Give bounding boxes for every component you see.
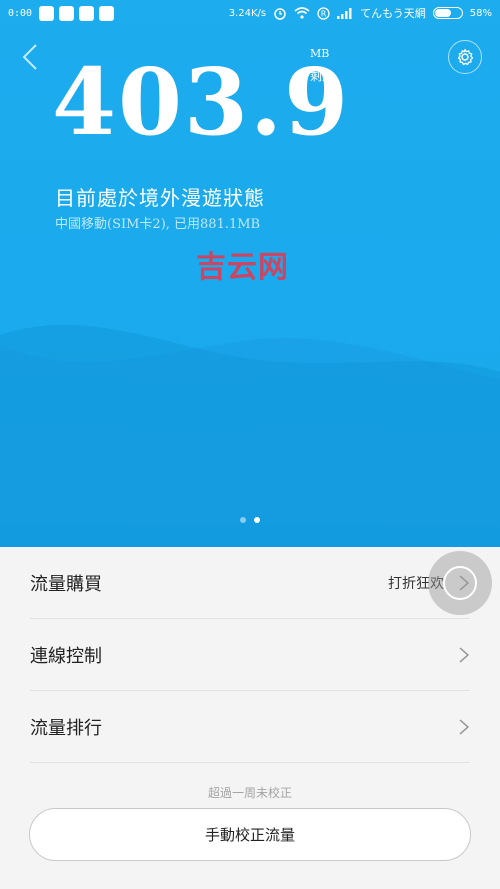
menu-item-buy-data[interactable]: 流量購買 打折狂欢 bbox=[30, 547, 470, 619]
back-button[interactable] bbox=[14, 40, 48, 74]
settings-gear-icon bbox=[457, 48, 474, 66]
battery-icon bbox=[432, 7, 463, 19]
alarm-icon bbox=[274, 8, 286, 20]
roaming-icon: R bbox=[317, 6, 330, 20]
signal-icon bbox=[337, 8, 352, 19]
notification-app-icon bbox=[79, 5, 95, 21]
svg-text:R: R bbox=[321, 9, 327, 18]
touch-indicator bbox=[428, 551, 492, 615]
menu-item-data-ranking[interactable]: 流量排行 bbox=[30, 691, 470, 763]
settings-button[interactable] bbox=[448, 40, 482, 74]
notification-app-icon bbox=[99, 5, 115, 21]
carrier-name: てんもう天網 bbox=[360, 7, 426, 20]
menu-item-label: 流量排行 bbox=[30, 717, 102, 739]
data-unit: MB bbox=[310, 47, 330, 60]
chevron-right-icon bbox=[459, 646, 470, 663]
battery-percent: 58% bbox=[469, 7, 492, 19]
remaining-data-value: 403.9 bbox=[52, 48, 351, 156]
chevron-right-icon bbox=[459, 718, 470, 735]
manual-calibrate-button[interactable]: 手動校正流量 bbox=[29, 808, 471, 861]
touch-indicator-ring bbox=[443, 566, 477, 600]
page-indicator bbox=[0, 517, 500, 523]
notification-app-icon bbox=[39, 5, 55, 21]
remaining-label: 剩餘 bbox=[310, 69, 335, 83]
menu-item-label: 流量購買 bbox=[30, 573, 102, 595]
wifi-icon bbox=[294, 7, 310, 19]
status-bar: 0:00 3.24K/s R てんもう天網 58% bbox=[0, 0, 500, 26]
hero-panel: 0:00 3.24K/s R てんもう天網 58% 403.9 MB 剩餘 目前… bbox=[0, 0, 500, 547]
roaming-status-title: 目前處於境外漫遊狀態 bbox=[55, 186, 265, 210]
page-dot bbox=[240, 517, 246, 523]
watermark-text: 吉云网 bbox=[196, 250, 289, 285]
status-time: 0:00 bbox=[8, 7, 33, 19]
menu-list: 流量購買 打折狂欢 連線控制 流量排行 bbox=[0, 547, 500, 763]
sim-usage-subtitle: 中國移動(SIM卡2), 已用881.1MB bbox=[55, 217, 261, 232]
network-speed: 3.24K/s bbox=[228, 7, 267, 19]
calibration-hint: 超過一周未校正 bbox=[207, 786, 292, 800]
back-arrow-icon bbox=[22, 44, 37, 70]
menu-item-connection-control[interactable]: 連線控制 bbox=[30, 619, 470, 691]
menu-item-label: 連線控制 bbox=[30, 645, 102, 667]
page-dot-active bbox=[254, 517, 260, 523]
notification-app-icon bbox=[59, 5, 75, 21]
